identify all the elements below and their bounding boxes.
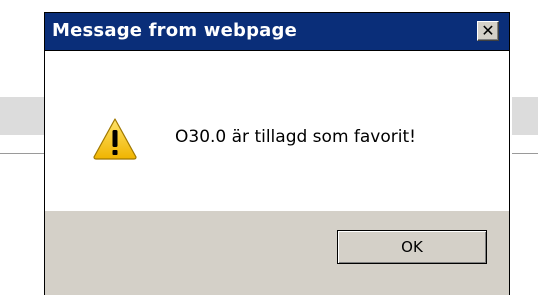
dialog-titlebar[interactable]: Message from webpage ✕ (45, 13, 509, 51)
background-divider (0, 153, 44, 154)
background-toolbar-band (0, 97, 44, 135)
close-icon: ✕ (481, 21, 495, 40)
message-dialog: Message from webpage ✕ O30.0 är tillagd … (44, 12, 510, 295)
background-divider (512, 153, 538, 154)
dialog-title: Message from webpage (52, 20, 297, 41)
ok-button-label: OK (401, 238, 423, 256)
dialog-message: O30.0 är tillagd som favorit! (175, 127, 416, 147)
dialog-button-area: OK (45, 211, 509, 295)
dialog-content: O30.0 är tillagd som favorit! (45, 51, 509, 211)
ok-button[interactable]: OK (337, 230, 487, 264)
warning-icon (93, 118, 137, 160)
page: Message from webpage ✕ O30.0 är tillagd … (0, 0, 538, 295)
close-button[interactable]: ✕ (477, 21, 499, 41)
background-toolbar-band (512, 97, 538, 135)
